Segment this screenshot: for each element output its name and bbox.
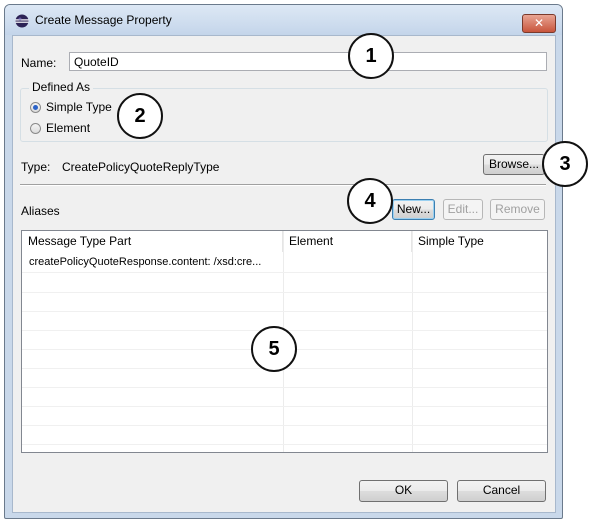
table-row [22, 387, 547, 407]
name-label: Name: [21, 56, 57, 70]
create-message-property-dialog: Create Message Property ✕ Name: QuoteID … [4, 4, 563, 519]
type-value: CreatePolicyQuoteReplyType [62, 160, 220, 174]
callout-2: 2 [117, 93, 163, 139]
column-header-simple-type[interactable]: Simple Type [412, 231, 547, 252]
callout-4: 4 [347, 178, 393, 224]
separator [20, 184, 546, 186]
type-label: Type: [21, 160, 51, 174]
defined-as-label: Defined As [29, 80, 94, 94]
name-input[interactable]: QuoteID [69, 52, 547, 71]
simple-type-label: Simple Type [46, 100, 112, 114]
table-row [22, 368, 547, 388]
simple-type-radio[interactable] [30, 102, 41, 113]
element-radio[interactable] [30, 123, 41, 134]
callout-3: 3 [542, 141, 588, 187]
remove-alias-button[interactable]: Remove [490, 199, 545, 220]
eclipse-app-icon [15, 14, 29, 28]
table-row [22, 292, 547, 312]
close-icon: ✕ [533, 16, 545, 30]
table-row [22, 273, 547, 293]
table-row [22, 425, 547, 445]
table-row [22, 406, 547, 426]
dialog-content: Name: QuoteID Defined As Simple Type Ele… [12, 35, 556, 513]
close-button[interactable]: ✕ [522, 14, 556, 33]
table-cell: createPolicyQuoteResponse.content: /xsd:… [29, 256, 262, 268]
ok-button[interactable]: OK [359, 480, 448, 502]
edit-alias-button[interactable]: Edit... [443, 199, 483, 220]
cancel-button[interactable]: Cancel [457, 480, 546, 502]
element-radio-label: Element [46, 121, 91, 135]
column-header-message-type-part[interactable]: Message Type Part [22, 231, 283, 252]
window-title: Create Message Property [35, 13, 172, 27]
callout-1: 1 [348, 33, 394, 79]
aliases-label: Aliases [21, 204, 60, 218]
table-row[interactable]: createPolicyQuoteResponse.content: /xsd:… [22, 253, 547, 273]
new-alias-button[interactable]: New... [392, 199, 435, 220]
title-bar: Create Message Property ✕ [5, 5, 562, 35]
column-header-element[interactable]: Element [283, 231, 412, 252]
callout-5: 5 [251, 326, 297, 372]
browse-button[interactable]: Browse... [483, 154, 545, 175]
radio-selected-dot [33, 105, 38, 110]
defined-as-group [20, 88, 548, 142]
